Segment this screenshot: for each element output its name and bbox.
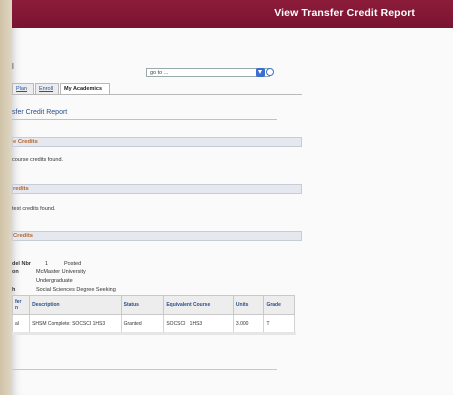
- section-header-course: e Credits: [12, 137, 302, 147]
- go-button-icon[interactable]: [266, 68, 274, 76]
- cell-description: SHSM Complete: SOCSCI 1HS3: [29, 314, 122, 334]
- page-content: View Transfer Credit Report l go to ... …: [11, 0, 453, 395]
- transfer-credit-table: fer n Description Status Equivalent Cour…: [11, 295, 295, 334]
- cell-grade: T: [263, 314, 295, 334]
- tab-enroll[interactable]: Enroll: [35, 83, 59, 94]
- course-credits-message: course credits found.: [12, 157, 64, 163]
- cell-transfer: al: [11, 314, 31, 334]
- section-title-test: redits: [13, 186, 29, 192]
- goto-dropdown[interactable]: go to ...: [146, 68, 270, 77]
- section-title-course: e Credits: [13, 139, 38, 145]
- header-title: View Transfer Credit Report: [274, 7, 415, 19]
- table-scroll-shadow: [12, 332, 296, 335]
- dropdown-arrow-icon[interactable]: [256, 68, 265, 77]
- tab-plan[interactable]: Plan: [12, 83, 34, 94]
- institution-value: McMaster University: [36, 269, 86, 275]
- program-label: h: [12, 287, 16, 293]
- table-header-row: fer n Description Status Equivalent Cour…: [11, 295, 295, 315]
- title-divider: [12, 119, 277, 120]
- col-header-description: Description: [29, 295, 122, 315]
- col-header-units: Units: [232, 295, 265, 315]
- table-row: al SHSM Complete: SOCSCI 1HS3 Granted SO…: [11, 314, 295, 334]
- tab-divider: [12, 94, 302, 95]
- stray-text: l: [12, 62, 14, 71]
- institution-label: on: [12, 269, 19, 275]
- col-header-equivalent-course: Equivalent Course: [163, 295, 234, 315]
- cell-status: Granted: [120, 314, 165, 334]
- footer-divider: [12, 369, 277, 370]
- model-nbr-label: del Nbr: [12, 261, 31, 267]
- cell-units: 3.000: [232, 314, 265, 334]
- section-title-other: Credits: [13, 233, 33, 239]
- page-title: sfer Credit Report: [12, 109, 68, 116]
- section-header-other: Credits: [12, 231, 302, 241]
- left-background-border: [0, 0, 12, 395]
- col-header-transfer: fer n: [11, 295, 31, 315]
- status-value: Posted: [64, 261, 82, 267]
- program-value: Social Sciences Degree Seeking: [36, 287, 116, 293]
- tab-my-academics[interactable]: My Academics: [60, 83, 110, 94]
- model-nbr-value: 1: [45, 261, 49, 267]
- col-header-status: Status: [120, 295, 165, 315]
- career-value: Undergraduate: [36, 278, 73, 284]
- header-bar: View Transfer Credit Report: [12, 0, 453, 28]
- col-header-grade: Grade: [263, 295, 295, 315]
- cell-equivalent-course: SOCSCI 1HS3: [163, 314, 234, 334]
- section-header-test: redits: [12, 184, 302, 194]
- test-credits-message: test credits found.: [12, 206, 56, 212]
